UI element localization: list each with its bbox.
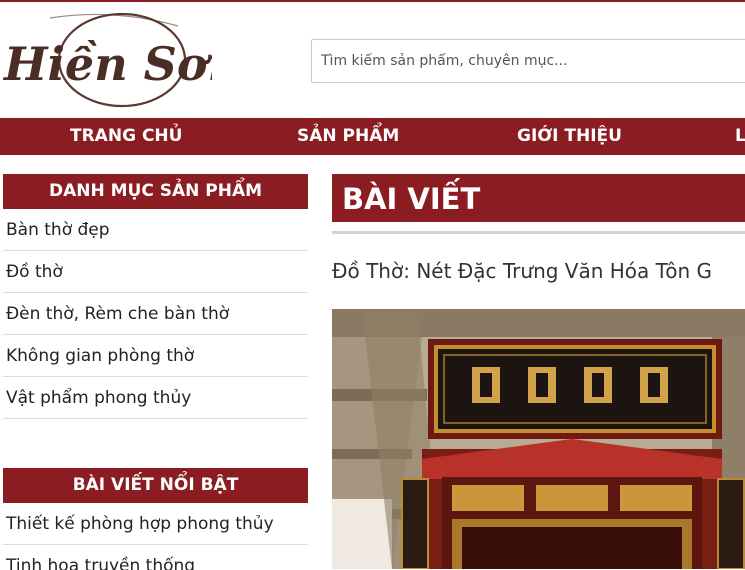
featured-item[interactable]: Thiết kế phòng hợp phong thủy	[3, 503, 308, 545]
nav-item-about[interactable]: GIỚI THIỆU	[517, 118, 622, 155]
main-nav: TRANG CHỦ SẢN PHẨM GIỚI THIỆU L	[0, 118, 745, 155]
post-title-link[interactable]: Đồ Thờ: Nét Đặc Trưng Văn Hóa Tôn G	[332, 259, 745, 287]
nav-item-products[interactable]: SẢN PHẨM	[297, 118, 399, 155]
search-input[interactable]	[311, 39, 745, 83]
category-item-lamps[interactable]: Đèn thờ, Rèm che bàn thờ	[3, 293, 308, 335]
category-item-altar[interactable]: Bàn thờ đẹp	[3, 209, 308, 251]
featured-list: Thiết kế phòng hợp phong thủy Tinh hoa t…	[3, 503, 308, 570]
category-item-worship-room[interactable]: Không gian phòng thờ	[3, 335, 308, 377]
category-item-worship-items[interactable]: Đồ thờ	[3, 251, 308, 293]
divider	[332, 231, 745, 234]
sidebar: DANH MỤC SẢN PHẨM Bàn thờ đẹp Đồ thờ Đèn…	[3, 174, 308, 570]
category-item-feng-shui[interactable]: Vật phẩm phong thủy	[3, 377, 308, 419]
altar-photo-icon[interactable]	[332, 309, 745, 569]
page-title: BÀI VIẾT	[332, 174, 745, 222]
main-content: BÀI VIẾT Đồ Thờ: Nét Đặc Trưng Văn Hóa T…	[332, 174, 745, 569]
site-header: Hiền Sơn	[0, 2, 745, 118]
brand-logo[interactable]: Hiền Sơn	[2, 10, 212, 110]
category-list: Bàn thờ đẹp Đồ thờ Đèn thờ, Rèm che bàn …	[3, 209, 308, 419]
featured-heading: BÀI VIẾT NỔI BẬT	[3, 468, 308, 503]
categories-heading: DANH MỤC SẢN PHẨM	[3, 174, 308, 209]
nav-item-home[interactable]: TRANG CHỦ	[70, 118, 182, 155]
nav-item-more[interactable]: L	[735, 118, 745, 155]
logo-text: Hiền Sơn	[2, 37, 212, 91]
featured-item[interactable]: Tinh hoa truyền thống	[3, 545, 308, 570]
